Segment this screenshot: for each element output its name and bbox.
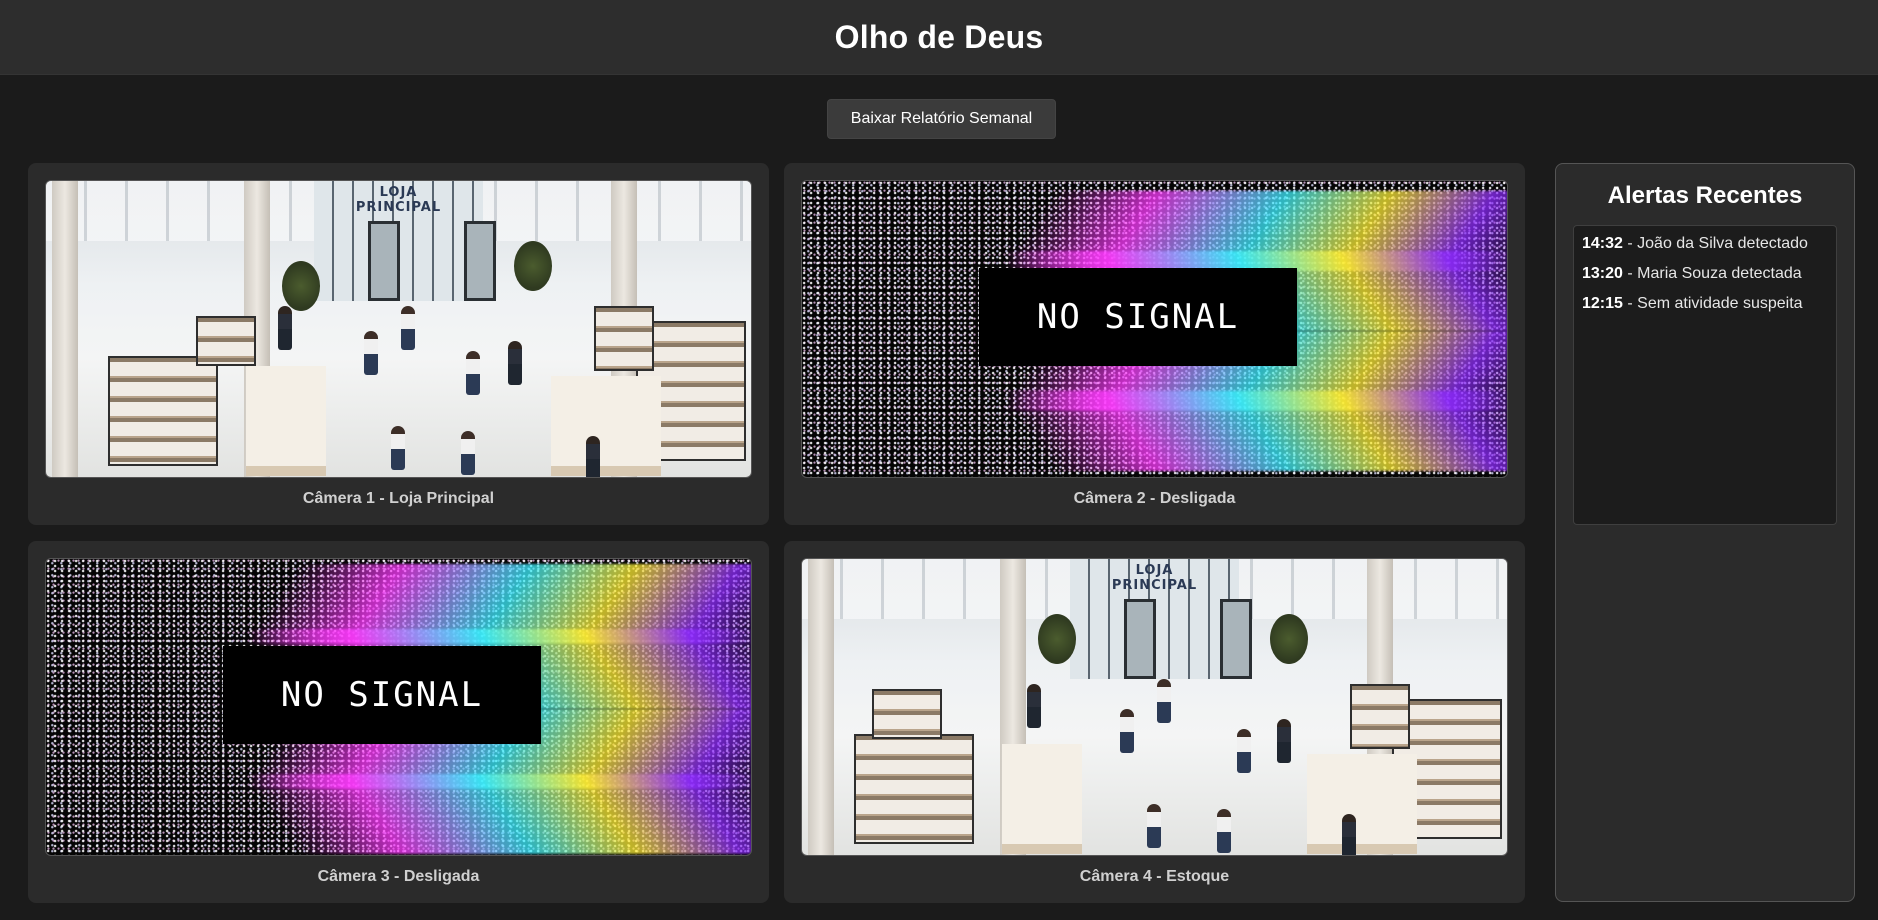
list-item: 12:15 - Sem atividade suspeita <box>1582 294 1828 314</box>
camera-label-4: Câmera 4 - Estoque <box>1079 868 1230 885</box>
camera-card-2[interactable]: NO SIGNAL Câmera 2 - Desligada <box>784 163 1525 525</box>
download-weekly-report-button[interactable]: Baixar Relatório Semanal <box>827 99 1056 139</box>
alerts-panel: Alertas Recentes 14:32 - João da Silva d… <box>1555 163 1855 902</box>
store-sign: LOJA PRINCIPAL <box>355 185 442 215</box>
camera-label-1: Câmera 1 - Loja Principal <box>302 490 495 507</box>
alerts-title: Alertas Recentes <box>1607 182 1803 209</box>
camera-label-3: Câmera 3 - Desligada <box>317 868 480 885</box>
alert-time: 12:15 <box>1582 295 1623 312</box>
page-title: Olho de Deus <box>834 18 1044 55</box>
camera-feed-1[interactable]: LOJA PRINCIPAL <box>45 180 752 478</box>
list-item: 14:32 - João da Silva detectado <box>1582 234 1828 254</box>
list-item: 13:20 - Maria Souza detectada <box>1582 264 1828 284</box>
alert-time: 14:32 <box>1582 235 1623 252</box>
no-signal-overlay: NO SIGNAL <box>223 646 541 744</box>
alert-time: 13:20 <box>1582 265 1623 282</box>
camera-feed-3[interactable]: NO SIGNAL <box>45 558 752 856</box>
app-header: Olho de Deus <box>0 0 1878 75</box>
camera-label-2: Câmera 2 - Desligada <box>1073 490 1236 507</box>
no-signal-overlay: NO SIGNAL <box>979 268 1297 366</box>
alert-text: - Maria Souza detectada <box>1622 265 1802 282</box>
camera-card-3[interactable]: NO SIGNAL Câmera 3 - Desligada <box>28 541 769 903</box>
camera-card-4[interactable]: LOJA PRINCIPAL Câmera 4 - Estoque <box>784 541 1525 903</box>
camera-feed-4[interactable]: LOJA PRINCIPAL <box>801 558 1508 856</box>
store-sign: LOJA PRINCIPAL <box>1111 563 1198 593</box>
alert-text: - João da Silva detectado <box>1622 235 1808 252</box>
camera-card-1[interactable]: LOJA PRINCIPAL Câmera 1 - Loja Principal <box>28 163 769 525</box>
alerts-list[interactable]: 14:32 - João da Silva detectado 13:20 - … <box>1573 225 1837 525</box>
camera-feed-2[interactable]: NO SIGNAL <box>801 180 1508 478</box>
alert-text: - Sem atividade suspeita <box>1622 295 1803 312</box>
